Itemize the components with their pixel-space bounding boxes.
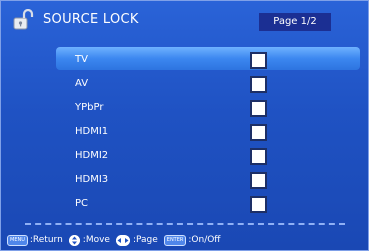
up-down-arrows-icon xyxy=(68,234,80,246)
left-right-arrows-icon xyxy=(115,234,130,246)
source-label: HDMI2 xyxy=(75,150,109,161)
source-item-ypbpr[interactable]: YPbPr xyxy=(1,97,369,121)
source-item-pc[interactable]: PC xyxy=(1,193,369,217)
source-label: AV xyxy=(75,78,89,89)
lock-checkbox[interactable] xyxy=(250,196,267,213)
page-indicator: Page 1/2 xyxy=(259,13,331,31)
lock-checkbox[interactable] xyxy=(250,76,267,93)
lock-checkbox[interactable] xyxy=(250,148,267,165)
lock-checkbox[interactable] xyxy=(250,172,267,189)
hint-page: :Page xyxy=(115,234,158,246)
source-item-hdmi1[interactable]: HDMI1 xyxy=(1,121,369,145)
source-label: TV xyxy=(75,54,88,65)
source-item-tv[interactable]: TV xyxy=(1,47,369,73)
hint-onoff: ENTER :On/Off xyxy=(163,234,221,246)
page-label: :Page xyxy=(132,235,158,245)
move-label: :Move xyxy=(82,235,110,245)
lock-checkbox[interactable] xyxy=(250,124,267,141)
enter-key-icon: ENTER xyxy=(163,234,187,246)
hint-move: :Move xyxy=(68,234,110,246)
menu-key-icon: MENU xyxy=(7,234,28,246)
source-lock-osd: SOURCE LOCK Page 1/2 TV AV YPbPr HDMI1 H… xyxy=(0,0,369,251)
return-label: :Return xyxy=(29,235,63,245)
selection-highlight xyxy=(56,47,360,70)
source-label: PC xyxy=(75,198,89,209)
source-item-av[interactable]: AV xyxy=(1,73,369,97)
source-item-hdmi3[interactable]: HDMI3 xyxy=(1,169,369,193)
footer-divider xyxy=(25,223,345,225)
source-label: HDMI1 xyxy=(75,126,109,137)
source-label: HDMI3 xyxy=(75,174,109,185)
lock-checkbox[interactable] xyxy=(250,100,267,117)
osd-header: SOURCE LOCK Page 1/2 xyxy=(1,1,369,39)
page-title: SOURCE LOCK xyxy=(43,12,139,27)
source-label: YPbPr xyxy=(75,102,104,113)
onoff-label: :On/Off xyxy=(188,235,221,245)
source-list: TV AV YPbPr HDMI1 HDMI2 HDMI3 PC xyxy=(1,47,369,217)
key-hints: MENU :Return :Move :Page ENTER :On/Off xyxy=(7,232,227,248)
lock-checkbox[interactable] xyxy=(250,52,267,69)
source-item-hdmi2[interactable]: HDMI2 xyxy=(1,145,369,169)
padlock-icon xyxy=(13,9,34,30)
hint-return: MENU :Return xyxy=(7,234,63,246)
